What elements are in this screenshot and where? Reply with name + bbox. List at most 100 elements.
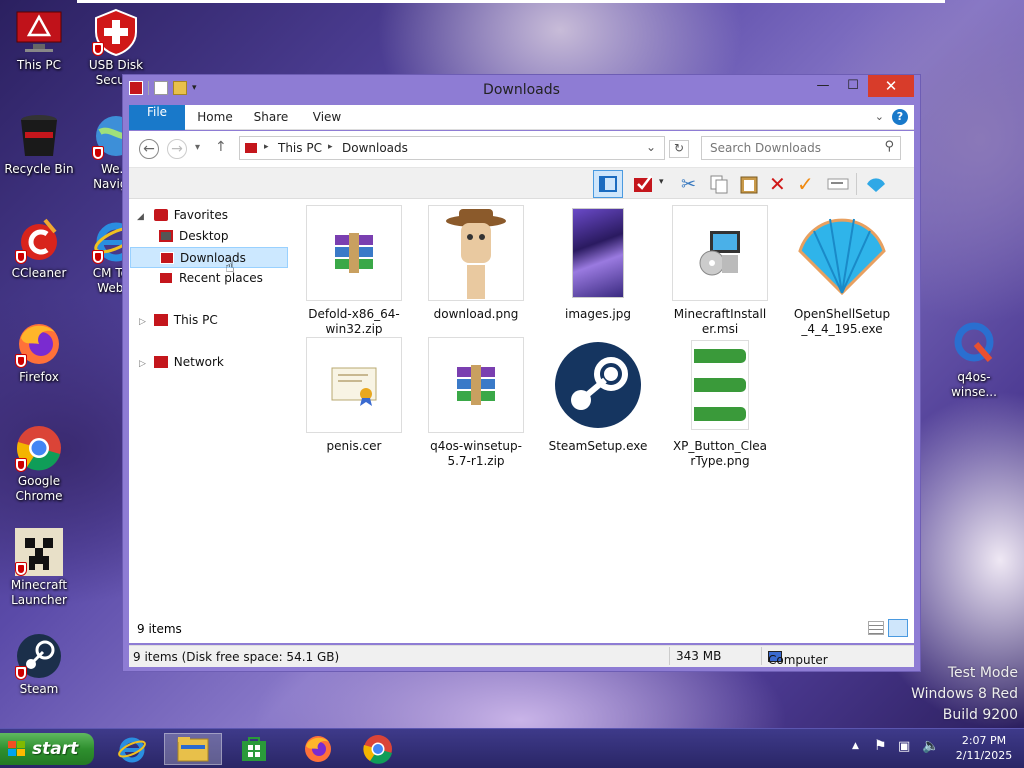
desktop-icon-minecraft-launcher[interactable]: Minecraft Launcher xyxy=(1,528,77,608)
copy-icon[interactable] xyxy=(709,174,729,194)
close-button[interactable]: ✕ xyxy=(868,75,914,97)
file-item[interactable]: images.jpg xyxy=(543,205,653,322)
ccleaner-icon xyxy=(15,216,63,264)
this-pc-small-icon xyxy=(244,142,258,154)
tab-view[interactable]: View xyxy=(305,105,349,130)
large-icons-view-button[interactable] xyxy=(888,619,908,637)
nav-recent-places[interactable]: Recent places xyxy=(129,268,287,289)
rename-icon[interactable] xyxy=(827,174,849,194)
chrome-icon xyxy=(15,424,63,472)
file-item[interactable]: MinecraftInstaller.msi xyxy=(665,205,775,337)
folder-icon xyxy=(177,737,209,762)
tab-home[interactable]: Home xyxy=(193,105,237,130)
tab-file[interactable]: File xyxy=(129,105,185,130)
file-item[interactable]: download.png xyxy=(421,205,531,322)
taskbar-chrome[interactable] xyxy=(356,733,400,765)
breadcrumb-this-pc[interactable]: This PC xyxy=(278,141,322,155)
winrar-archive-icon xyxy=(306,205,402,301)
desktop-icon-steam[interactable]: Steam xyxy=(1,632,77,697)
taskbar-store[interactable] xyxy=(232,733,276,765)
collapsed-arrow-icon[interactable]: ▷ xyxy=(139,359,146,369)
action-center-flag-icon[interactable]: ⚑ xyxy=(874,738,887,754)
test-mode-watermark: Test Mode Windows 8 Red Build 9200 xyxy=(911,665,1018,723)
recent-places-icon xyxy=(159,272,173,284)
nav-favorites[interactable]: ◢ Favorites xyxy=(129,205,287,226)
help-icon[interactable]: ? xyxy=(892,109,908,125)
desktop-icon-this-pc[interactable]: This PC xyxy=(1,8,77,73)
file-item[interactable]: penis.cer xyxy=(299,337,409,454)
nav-downloads[interactable]: Downloads xyxy=(130,247,288,268)
select-all-icon[interactable] xyxy=(633,174,653,194)
file-item[interactable]: q4os-winsetup-5.7-r1.zip xyxy=(421,337,531,469)
paste-icon[interactable] xyxy=(739,174,759,194)
minecraft-creeper-icon xyxy=(15,528,63,576)
this-pc-nav-icon xyxy=(153,314,168,326)
desktop-icon-label: Google Chrome xyxy=(15,474,63,503)
expanded-arrow-icon[interactable]: ◢ xyxy=(137,212,144,222)
desktop-icon-recycle-bin[interactable]: Recycle Bin xyxy=(1,112,77,177)
file-item[interactable]: SteamSetup.exe xyxy=(543,337,653,454)
minimize-button[interactable]: — xyxy=(808,75,838,97)
openshell-settings-icon[interactable] xyxy=(865,174,885,194)
this-pc-icon xyxy=(15,8,63,56)
nav-desktop[interactable]: Desktop xyxy=(129,226,287,247)
file-item[interactable]: OpenShellSetup_4_4_195.exe xyxy=(787,205,897,337)
desktop-icon-label: Minecraft Launcher xyxy=(10,578,68,607)
firefox-icon xyxy=(15,320,63,368)
search-icon[interactable]: ⚲ xyxy=(884,139,894,154)
preview-pane-button[interactable] xyxy=(593,170,623,198)
desktop-icon-firefox[interactable]: Firefox xyxy=(1,320,77,385)
file-item[interactable]: Defold-x86_64-win32.zip xyxy=(299,205,409,337)
windows-flag-icon xyxy=(8,741,25,756)
taskbar-firefox[interactable] xyxy=(296,733,340,765)
breadcrumb-downloads[interactable]: Downloads xyxy=(342,141,408,155)
taskbar-internet-explorer[interactable] xyxy=(110,733,154,765)
checkmark-icon[interactable]: ✓ xyxy=(797,174,817,194)
show-hidden-icons-chevron-icon[interactable]: ▲ xyxy=(852,741,859,751)
details-view-button[interactable] xyxy=(868,621,884,635)
xp-start-buttons-thumbnail xyxy=(672,337,768,433)
view-status-row: 9 items xyxy=(129,615,914,643)
item-count: 9 items xyxy=(137,622,182,636)
desktop-icon-google-chrome[interactable]: Google Chrome xyxy=(1,424,77,504)
desktop-icon-label: Steam xyxy=(19,682,59,696)
nav-this-pc[interactable]: ▷ This PC xyxy=(129,310,287,331)
desktop-icon-label: CCleaner xyxy=(11,266,67,280)
address-bar[interactable]: ▸ This PC ▸ Downloads ⌄ xyxy=(239,136,665,160)
network-tray-icon[interactable]: ▣ xyxy=(898,739,910,754)
steam-icon xyxy=(550,337,646,433)
desktop-icon-q4os-winsetup[interactable]: q4os-winse... xyxy=(936,320,1012,400)
ribbon-expand-icon[interactable]: ⌄ xyxy=(875,110,884,123)
desktop-icon-label: Recycle Bin xyxy=(4,162,74,176)
select-dropdown-chevron-icon[interactable]: ▾ xyxy=(659,177,679,197)
title-bar[interactable]: ▾ Downloads — ☐ ✕ xyxy=(123,75,920,105)
refresh-button[interactable]: ↻ xyxy=(669,140,689,158)
cut-icon[interactable]: ✂ xyxy=(681,174,701,195)
collapsed-arrow-icon[interactable]: ▷ xyxy=(139,317,146,327)
content-area: ◢ Favorites Desktop Downloads Recent pla… xyxy=(129,199,914,643)
delete-icon[interactable]: ✕ xyxy=(769,174,789,194)
taskbar-file-explorer[interactable] xyxy=(164,733,222,765)
firefox-icon xyxy=(305,736,331,762)
clock[interactable]: 2:07 PM 2/11/2025 xyxy=(950,733,1018,763)
winrar-archive-icon xyxy=(428,337,524,433)
start-button[interactable]: start xyxy=(0,733,94,765)
file-item[interactable]: XP_Button_ClearType.png xyxy=(665,337,775,469)
nav-network[interactable]: ▷ Network xyxy=(129,352,287,373)
network-icon xyxy=(153,356,168,368)
address-history-chevron-icon[interactable]: ⌄ xyxy=(646,140,656,154)
mouse-pointer-hand-icon: ☝ xyxy=(225,257,235,276)
explorer-window: ▾ Downloads — ☐ ✕ File Home Share View ⌄… xyxy=(122,74,921,672)
taskbar: start ▲ ⚑ ▣ 🔈 2:07 PM 2/11/2025 xyxy=(0,728,1024,768)
volume-icon[interactable]: 🔈 xyxy=(922,738,939,754)
up-button[interactable]: ↑ xyxy=(215,139,227,155)
store-icon xyxy=(242,737,266,761)
recent-locations-chevron-icon[interactable]: ▾ xyxy=(195,142,200,153)
search-input[interactable]: Search Downloads ⚲ xyxy=(701,136,901,160)
tab-share[interactable]: Share xyxy=(249,105,293,130)
forward-button[interactable]: → xyxy=(167,139,187,159)
maximize-button[interactable]: ☐ xyxy=(838,75,868,97)
image-thumbnail-purple-collage xyxy=(550,205,646,301)
back-button[interactable]: ← xyxy=(139,139,159,159)
desktop-icon-ccleaner[interactable]: CCleaner xyxy=(1,216,77,281)
